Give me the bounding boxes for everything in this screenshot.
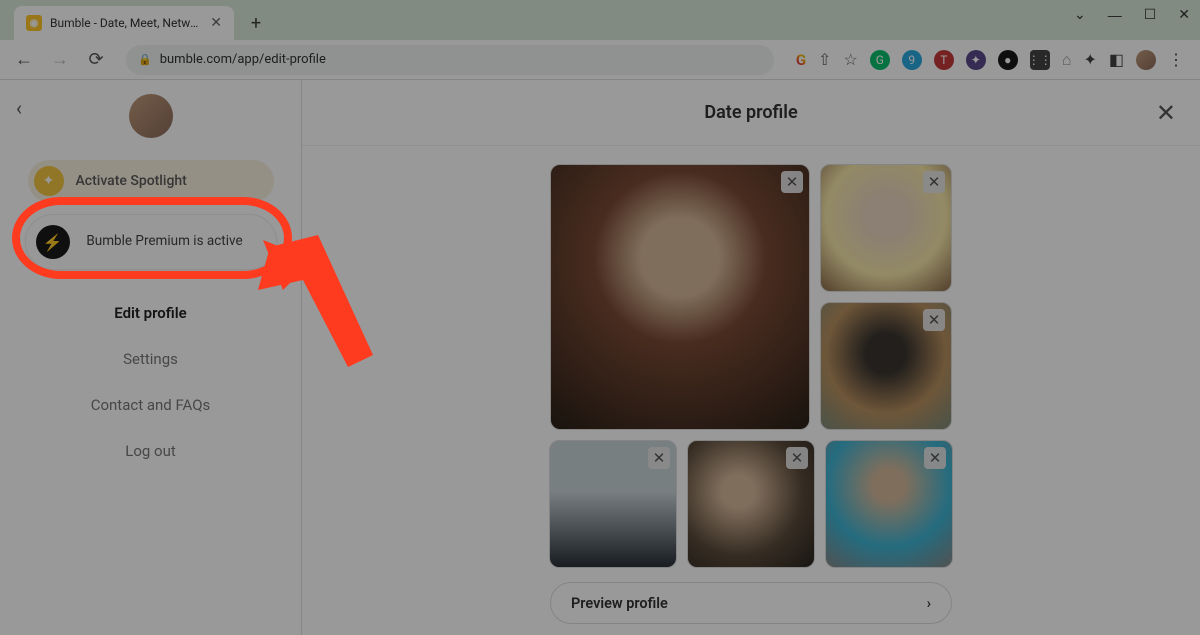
back-button[interactable]: ←: [10, 46, 38, 74]
dropdown-icon[interactable]: ⌄: [1074, 6, 1086, 23]
extension-icon[interactable]: G: [870, 50, 890, 70]
sidebar-item-edit-profile[interactable]: Edit profile: [114, 304, 186, 322]
tab-close-icon[interactable]: ✕: [210, 15, 222, 31]
main-header: Date profile ✕: [302, 80, 1200, 146]
preview-label: Preview profile: [571, 595, 668, 612]
maximize-icon[interactable]: ☐: [1144, 6, 1157, 23]
close-window-icon[interactable]: ✕: [1178, 6, 1190, 23]
share-icon[interactable]: ⇧: [818, 50, 831, 69]
url-text: bumble.com/app/edit-profile: [160, 52, 326, 67]
remove-photo-icon[interactable]: ✕: [648, 447, 670, 469]
extension-icon[interactable]: ⋮⋮: [1030, 50, 1050, 70]
browser-tab[interactable]: ◉ Bumble - Date, Meet, Network B… ✕: [14, 6, 234, 40]
profile-photo-4[interactable]: ✕: [549, 440, 677, 568]
extension-icon[interactable]: T: [934, 50, 954, 70]
toolbar-actions: G ⇧ ☆ G 9 T ✦ ● ⋮⋮ ⌂ ✦ ◧ ⋮: [790, 50, 1190, 70]
tab-favicon: ◉: [26, 15, 42, 31]
preview-profile-button[interactable]: Preview profile ›: [550, 582, 952, 624]
sidebar-back-button[interactable]: ‹: [16, 96, 22, 120]
app-container: ‹ ✦ Activate Spotlight ⚡ Bumble Premium …: [0, 80, 1200, 635]
google-icon[interactable]: G: [796, 51, 806, 69]
extensions-puzzle-icon[interactable]: ✦: [1083, 50, 1096, 69]
extension-icon[interactable]: 9: [902, 50, 922, 70]
profile-photo-6[interactable]: ✕: [825, 440, 953, 568]
photo-grid-top: ✕ ✕ ✕: [550, 164, 952, 430]
user-avatar[interactable]: [129, 94, 173, 138]
browser-titlebar: ◉ Bumble - Date, Meet, Network B… ✕ + ⌄ …: [0, 0, 1200, 40]
address-bar[interactable]: 🔒 bumble.com/app/edit-profile: [126, 45, 774, 75]
new-tab-button[interactable]: +: [242, 9, 270, 37]
browser-toolbar: ← → ⟳ 🔒 bumble.com/app/edit-profile G ⇧ …: [0, 40, 1200, 80]
sidepanel-icon[interactable]: ◧: [1109, 50, 1124, 69]
sidebar: ‹ ✦ Activate Spotlight ⚡ Bumble Premium …: [0, 80, 302, 635]
remove-photo-icon[interactable]: ✕: [924, 447, 946, 469]
chevron-right-icon: ›: [927, 595, 931, 612]
sidebar-item-log-out[interactable]: Log out: [125, 442, 176, 460]
lock-icon: 🔒: [138, 53, 152, 66]
remove-photo-icon[interactable]: ✕: [923, 309, 945, 331]
reload-button[interactable]: ⟳: [82, 46, 110, 74]
remove-photo-icon[interactable]: ✕: [786, 447, 808, 469]
sidebar-item-settings[interactable]: Settings: [123, 350, 178, 368]
profile-photo-5[interactable]: ✕: [687, 440, 815, 568]
bookmark-icon[interactable]: ☆: [843, 50, 857, 69]
window-controls: ⌄ — ☐ ✕: [1074, 6, 1190, 23]
profile-photo-2[interactable]: ✕: [820, 164, 952, 292]
premium-label: Bumble Premium is active: [84, 233, 266, 251]
close-panel-button[interactable]: ✕: [1156, 99, 1176, 127]
photo-grid-bottom: ✕ ✕ ✕: [549, 440, 953, 568]
premium-bolt-icon: ⚡: [36, 225, 70, 259]
photo-editor: ✕ ✕ ✕ ✕ ✕ ✕ Pre: [302, 146, 1200, 635]
menu-icon[interactable]: ⋮: [1168, 50, 1184, 69]
premium-status-pill[interactable]: ⚡ Bumble Premium is active: [25, 214, 277, 270]
spotlight-label: Activate Spotlight: [76, 173, 187, 189]
main-panel: Date profile ✕ ✕ ✕ ✕ ✕ ✕: [302, 80, 1200, 635]
extension-icon[interactable]: ✦: [966, 50, 986, 70]
page-title: Date profile: [704, 102, 797, 123]
spotlight-star-icon: ✦: [34, 166, 64, 196]
sidebar-item-contact-faqs[interactable]: Contact and FAQs: [91, 396, 211, 414]
extension-icon[interactable]: ●: [998, 50, 1018, 70]
remove-photo-icon[interactable]: ✕: [781, 171, 803, 193]
profile-avatar-icon[interactable]: [1136, 50, 1156, 70]
remove-photo-icon[interactable]: ✕: [923, 171, 945, 193]
activate-spotlight-button[interactable]: ✦ Activate Spotlight: [28, 160, 274, 202]
forward-button[interactable]: →: [46, 46, 74, 74]
extension-icon[interactable]: ⌂: [1062, 50, 1072, 70]
tab-title: Bumble - Date, Meet, Network B…: [50, 16, 202, 30]
profile-photo-1[interactable]: ✕: [550, 164, 810, 430]
minimize-icon[interactable]: —: [1108, 7, 1122, 23]
profile-photo-3[interactable]: ✕: [820, 302, 952, 430]
